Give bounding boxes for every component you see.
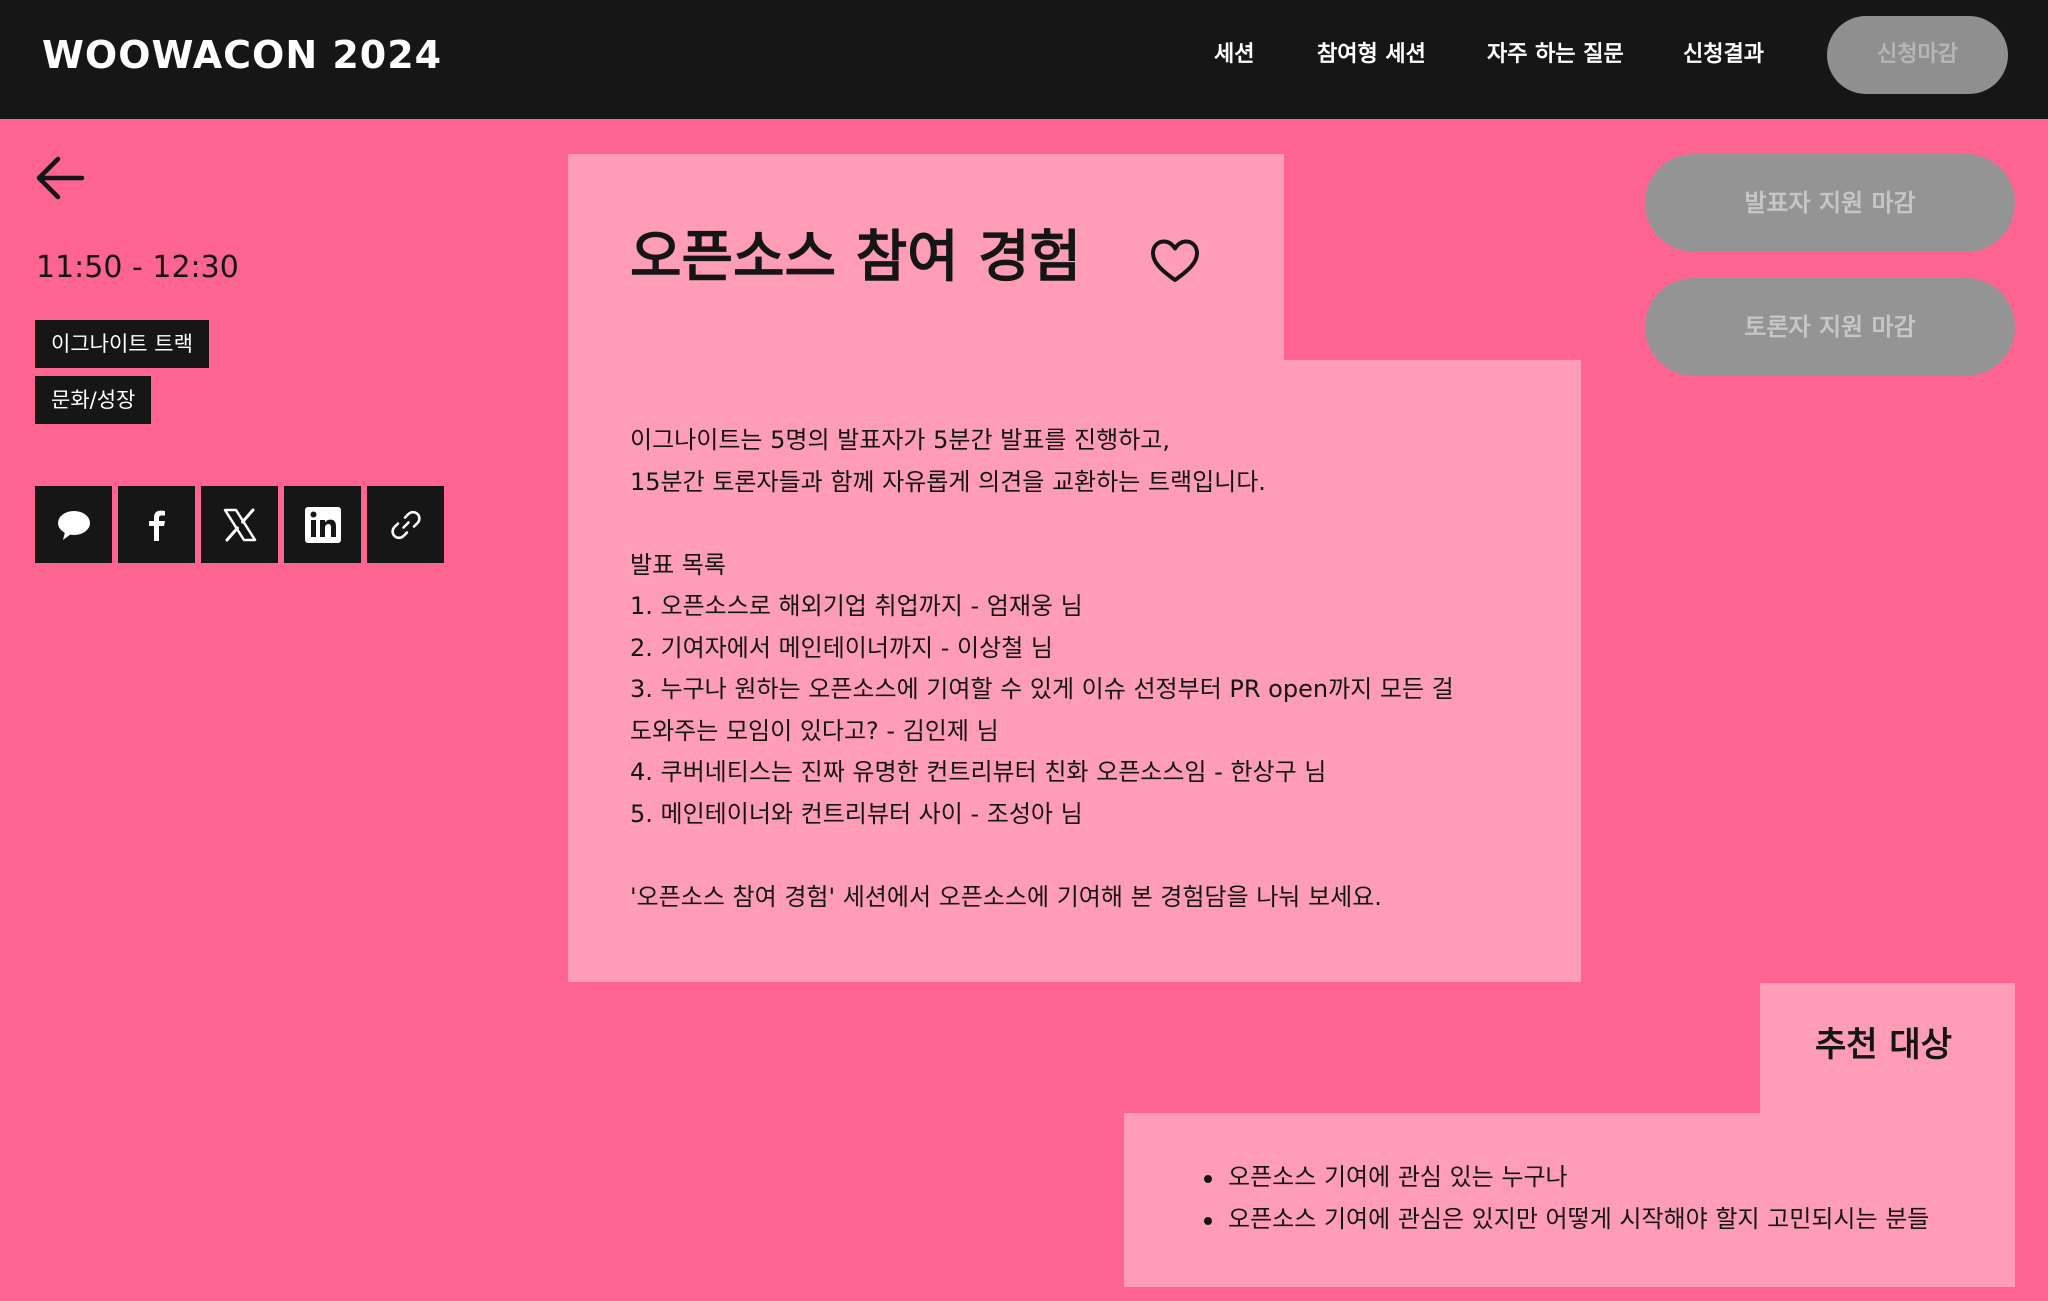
speaker-apply-closed-button[interactable]: 발표자 지원 마감 [1645, 154, 2015, 252]
nav-item-participatory-sessions[interactable]: 참여형 세션 [1317, 37, 1426, 73]
main-nav: 세션 참여형 세션 자주 하는 질문 신청결과 [0, 37, 2048, 73]
share-kakao-button[interactable] [35, 486, 112, 563]
recommend-list: 오픈소스 기여에 관심 있는 누구나 오픈소스 기여에 관심은 있지만 어떻게 … [1200, 1157, 1929, 1240]
nav-item-sessions[interactable]: 세션 [1214, 37, 1254, 73]
link-icon [390, 510, 421, 539]
tag-category: 문화/성장 [35, 376, 152, 424]
tag-track: 이그나이트 트랙 [35, 320, 209, 368]
registration-closed-button[interactable]: 신청마감 [1827, 16, 2008, 94]
recommend-title: 추천 대상 [1815, 1025, 1952, 1065]
description-line [630, 835, 1530, 877]
share-x-button[interactable] [201, 486, 278, 563]
description-line: 5. 메인테이너와 컨트리뷰터 사이 - 조성아 님 [630, 799, 1083, 828]
description-line: 발표 목록 [630, 550, 726, 579]
panelist-apply-closed-button[interactable]: 토론자 지원 마감 [1645, 278, 2015, 376]
description-line: 4. 쿠버네티스는 진짜 유명한 컨트리뷰터 친화 오픈소스임 - 한상구 님 [630, 758, 1327, 786]
linkedin-icon [304, 506, 341, 543]
back-arrow-icon[interactable] [34, 152, 86, 204]
x-icon [223, 508, 256, 541]
favorite-heart-icon[interactable] [1148, 234, 1202, 288]
nav-item-results[interactable]: 신청결과 [1683, 37, 1764, 73]
description-line: 2. 기여자에서 메인테이너까지 - 이상철 님 [630, 633, 1053, 662]
facebook-icon [148, 510, 165, 541]
speech-bubble-icon [57, 510, 90, 540]
session-title: 오픈소스 참여 경험 [630, 225, 1082, 290]
list-item: 오픈소스 기여에 관심 있는 누구나 [1200, 1157, 1929, 1199]
share-facebook-button[interactable] [118, 486, 195, 563]
top-navigation-bar: WOOWACON 2024 세션 참여형 세션 자주 하는 질문 신청결과 신청… [0, 0, 2048, 119]
description-line: '오픈소스 참여 경험' 세션에서 오픈소스에 기여해 본 경험담을 나눠 보세… [630, 882, 1382, 911]
nav-item-faq[interactable]: 자주 하는 질문 [1487, 37, 1624, 73]
copy-link-button[interactable] [367, 486, 444, 563]
share-linkedin-button[interactable] [284, 486, 361, 563]
description-line: 이그나이트는 5명의 발표자가 5분간 발표를 진행하고, [630, 426, 1170, 454]
description-line: 15분간 토론자들과 함께 자유롭게 의견을 교환하는 트랙입니다. [630, 467, 1266, 496]
description-line: 1. 오픈소스로 해외기업 취업까지 - 엄재웅 님 [630, 592, 1083, 620]
session-time: 11:50 - 12:30 [36, 250, 239, 285]
description-line: 도와주는 모임이 있다고? - 김인제 님 [630, 716, 999, 745]
list-item: 오픈소스 기여에 관심은 있지만 어떻게 시작해야 할지 고민되시는 분들 [1200, 1199, 1929, 1241]
session-description: 이그나이트는 5명의 발표자가 5분간 발표를 진행하고, 15분간 토론자들과… [630, 420, 1530, 918]
description-line [630, 503, 1530, 545]
description-line: 3. 누구나 원하는 오픈소스에 기여할 수 있게 이슈 선정부터 PR ope… [630, 675, 1454, 703]
